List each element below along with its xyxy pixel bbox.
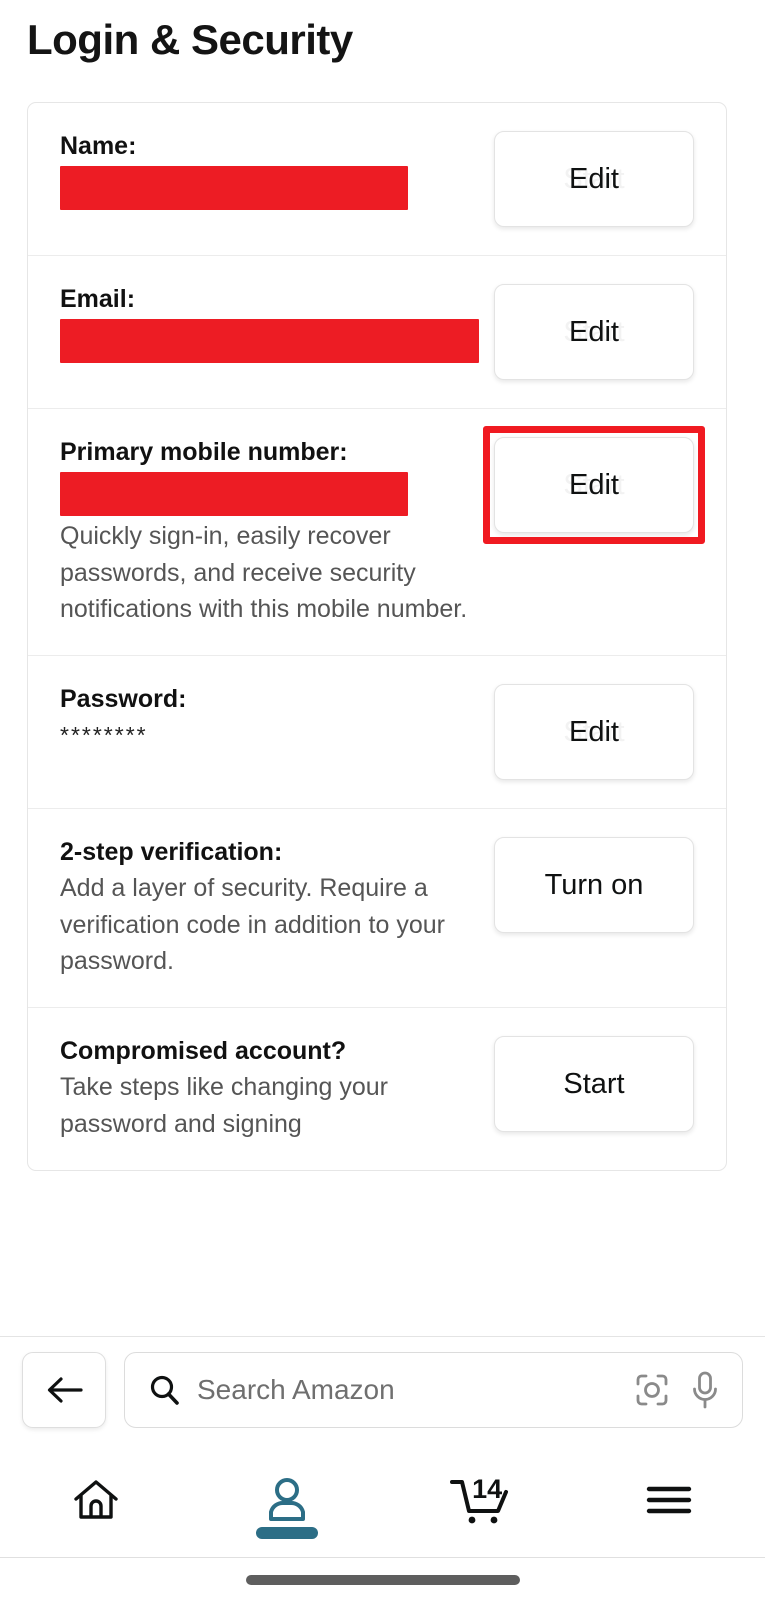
compromised-account-label: Compromised account? — [60, 1037, 347, 1065]
row-name-main: Name: — [28, 131, 494, 211]
primary-mobile-number-label: Primary mobile number: — [60, 438, 348, 466]
start-compromised-account-button-label: Start — [563, 1067, 625, 1100]
edit-password-button-label: Edit — [569, 715, 619, 748]
nav-cart[interactable]: 14 — [383, 1442, 574, 1557]
row-compromised-main: Compromised account? Take steps like cha… — [28, 1036, 494, 1142]
nav-account[interactable] — [191, 1442, 382, 1557]
edit-name-button[interactable]: Start Edit — [494, 131, 694, 227]
two-step-verification-description: Add a layer of security. Require a verif… — [60, 874, 445, 975]
login-security-screen: Login & Security Name: Start Edit Email:… — [0, 0, 765, 1600]
start-compromised-account-button[interactable]: Start — [494, 1036, 694, 1132]
row-mobile-main: Primary mobile number: Quickly sign-in, … — [28, 437, 494, 627]
name-label: Name: — [60, 132, 137, 160]
primary-mobile-number-value-redacted — [60, 472, 408, 517]
email-label: Email: — [60, 285, 136, 313]
row-mobile-action: Start Edit — [483, 426, 726, 544]
row-password-main: Password: ******** — [28, 684, 494, 751]
edit-password-button[interactable]: Start Edit — [494, 684, 694, 780]
row-name: Name: Start Edit — [28, 103, 726, 256]
two-step-verification-label: 2-step verification: — [60, 838, 283, 866]
name-value-redacted — [60, 166, 408, 211]
cart-icon-holder: 14 — [438, 1470, 518, 1530]
edit-name-button-label: Edit — [569, 162, 619, 195]
turn-on-2sv-button-label: Turn on — [544, 868, 644, 901]
email-value-redacted — [60, 319, 479, 364]
row-email-main: Email: — [28, 284, 494, 364]
search-input[interactable]: Search Amazon — [124, 1351, 743, 1428]
camera-lens-icon[interactable] — [632, 1370, 672, 1410]
search-icon — [150, 1375, 179, 1405]
row-2sv-main: 2-step verification: Add a layer of secu… — [28, 837, 494, 979]
microphone-icon[interactable] — [688, 1369, 722, 1411]
nav-active-indicator — [255, 1527, 318, 1539]
search-placeholder: Search Amazon — [197, 1373, 395, 1405]
row-compromised-account: Compromised account? Take steps like cha… — [28, 1008, 726, 1170]
row-two-step-verification: 2-step verification: Add a layer of secu… — [28, 809, 726, 1008]
row-email: Email: Start Edit — [28, 256, 726, 409]
cart-badge-count: 14 — [472, 1473, 503, 1504]
home-indicator — [245, 1574, 520, 1585]
nav-home[interactable] — [0, 1442, 191, 1557]
page-title: Login & Security — [27, 16, 353, 63]
row-2sv-action: Turn on — [494, 837, 726, 933]
nav-menu[interactable] — [574, 1442, 765, 1557]
home-icon — [73, 1479, 118, 1519]
row-primary-mobile-number: Primary mobile number: Quickly sign-in, … — [28, 409, 726, 656]
compromised-account-description: Take steps like changing your password a… — [60, 1073, 388, 1138]
person-icon — [268, 1477, 305, 1521]
row-password-action: Start Edit — [494, 684, 726, 780]
edit-mobile-number-button-label: Edit — [569, 468, 619, 501]
edit-mobile-number-button[interactable]: Start Edit — [494, 437, 694, 533]
row-password: Password: ******** Start Edit — [28, 656, 726, 809]
row-compromised-action: Start — [494, 1036, 726, 1132]
password-label: Password: — [60, 685, 187, 713]
settings-scroll-area[interactable]: Name: Start Edit Email: Start Edit Prima… — [0, 96, 765, 1336]
password-masked-value: ******** — [60, 722, 148, 749]
bottom-navigation-bar: 14 — [0, 1442, 765, 1558]
primary-mobile-number-description: Quickly sign-in, easily recover password… — [60, 522, 468, 623]
hamburger-menu-icon — [647, 1486, 692, 1513]
login-security-card: Name: Start Edit Email: Start Edit Prima… — [27, 102, 727, 1171]
row-email-action: Start Edit — [494, 284, 726, 380]
bottom-search-bar: Search Amazon — [0, 1336, 765, 1442]
edit-email-button-label: Edit — [569, 315, 619, 348]
home-indicator-area — [0, 1559, 765, 1600]
row-name-action: Start Edit — [494, 131, 726, 227]
turn-on-2sv-button[interactable]: Turn on — [494, 837, 694, 933]
back-button[interactable] — [22, 1351, 106, 1428]
back-arrow-icon — [47, 1376, 83, 1403]
edit-email-button[interactable]: Start Edit — [494, 284, 694, 380]
